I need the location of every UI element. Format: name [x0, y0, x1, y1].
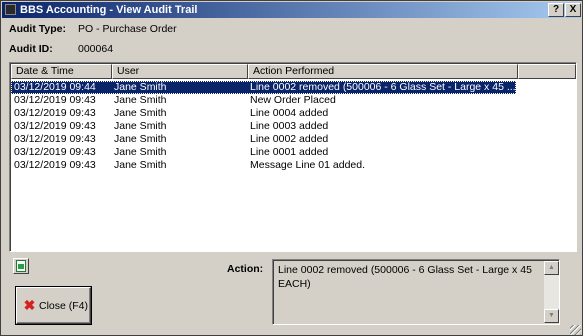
table-row[interactable]: 03/12/2019 09:43 Jane Smith Line 0003 adde… [11, 120, 516, 133]
cell-user: Jane Smith [114, 107, 167, 119]
cell-user: Jane Smith [114, 81, 167, 93]
app-icon [5, 4, 16, 15]
audit-list[interactable]: Date & Time User Action Performed 03/12/… [9, 62, 577, 252]
cell-user: Jane Smith [114, 94, 167, 106]
column-header-date[interactable]: Date & Time [11, 64, 112, 79]
close-button-label: Close (F4) [39, 300, 89, 312]
cell-date: 03/12/2019 09:43 [14, 120, 96, 132]
table-row[interactable]: 03/12/2019 09:43 Jane Smith Message Line 0… [11, 159, 516, 172]
window-title: BBS Accounting - View Audit Trail [20, 4, 198, 16]
cell-date: 03/12/2019 09:43 [14, 107, 96, 119]
audit-id-value: 000064 [78, 43, 114, 55]
action-detail-box[interactable]: Line 0002 removed (500006 - 6 Glass Set … [272, 259, 560, 325]
cell-action: New Order Placed [250, 94, 336, 106]
action-scrollbar[interactable]: ▲ ▼ [544, 261, 559, 323]
column-header-user[interactable]: User [112, 64, 248, 79]
scroll-down-button[interactable]: ▼ [544, 309, 559, 323]
cell-user: Jane Smith [114, 159, 167, 171]
table-row[interactable]: 03/12/2019 09:43 Jane Smith Line 0001 adde… [11, 146, 516, 159]
title-bar[interactable]: BBS Accounting - View Audit Trail ? X [2, 2, 581, 18]
close-button[interactable]: ✖ Close (F4) [16, 287, 91, 324]
excel-export-icon [16, 260, 26, 272]
cell-action: Line 0003 added [250, 120, 329, 132]
audit-id-label: Audit ID: [9, 43, 53, 55]
cell-user: Jane Smith [114, 133, 167, 145]
cell-user: Jane Smith [114, 146, 167, 158]
table-row[interactable]: 03/12/2019 09:43 Jane Smith New Order Plac… [11, 94, 516, 107]
cell-date: 03/12/2019 09:43 [14, 159, 96, 171]
cell-date: 03/12/2019 09:43 [14, 146, 96, 158]
scroll-up-button[interactable]: ▲ [544, 261, 559, 275]
cell-action: Line 0002 added [250, 133, 329, 145]
help-button[interactable]: ? [548, 3, 564, 17]
audit-trail-window: BBS Accounting - View Audit Trail ? X Au… [0, 0, 583, 336]
cell-action: Message Line 01 added. [250, 159, 366, 171]
audit-type-value: PO - Purchase Order [78, 23, 177, 35]
action-detail-text: Line 0002 removed (500006 - 6 Glass Set … [278, 264, 532, 290]
column-header-spacer [518, 64, 576, 79]
cell-action: Line 0001 added [250, 146, 329, 158]
cell-action: Line 0002 removed (500006 - 6 Glass Set … [250, 81, 515, 93]
cell-date: 03/12/2019 09:44 [14, 81, 96, 93]
cell-action: Line 0004 added [250, 107, 329, 119]
table-row[interactable]: 03/12/2019 09:43 Jane Smith Line 0004 adde… [11, 107, 516, 120]
window-close-button[interactable]: X [565, 3, 581, 17]
audit-type-label: Audit Type: [9, 23, 66, 35]
close-x-icon: ✖ [23, 297, 36, 313]
cell-date: 03/12/2019 09:43 [14, 94, 96, 106]
column-header-action[interactable]: Action Performed [248, 64, 518, 79]
list-header: Date & Time User Action Performed [11, 64, 576, 79]
table-row[interactable]: 03/12/2019 09:44 Jane Smith Line 0002 remo… [11, 81, 516, 94]
resize-grip[interactable] [570, 325, 581, 335]
export-excel-button[interactable] [13, 258, 29, 274]
cell-date: 03/12/2019 09:43 [14, 133, 96, 145]
cell-user: Jane Smith [114, 120, 167, 132]
table-row[interactable]: 03/12/2019 09:43 Jane Smith Line 0002 adde… [11, 133, 516, 146]
action-label: Action: [227, 263, 264, 275]
